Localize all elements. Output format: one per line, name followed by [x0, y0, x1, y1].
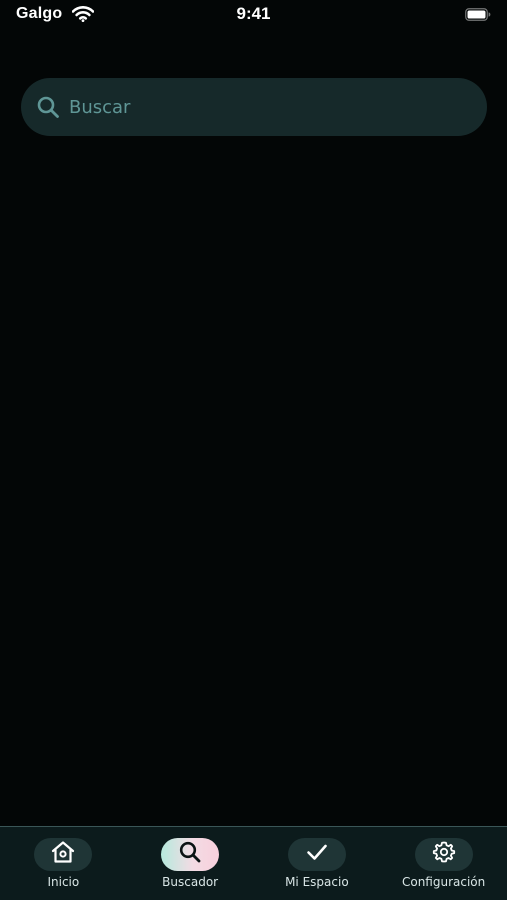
tab-buscador-pill	[161, 838, 220, 871]
tab-label-mi-espacio: Mi Espacio	[285, 875, 349, 889]
gear-icon	[432, 840, 456, 869]
tab-buscador[interactable]: Buscador	[135, 827, 245, 900]
search-input[interactable]	[69, 78, 469, 136]
search-icon	[178, 840, 202, 869]
status-bar: Galgo 9:41	[0, 0, 507, 30]
tab-label-configuracion: Configuración	[401, 875, 486, 889]
checkmark-icon	[305, 840, 329, 869]
tab-inicio[interactable]: Inicio	[8, 827, 118, 900]
search-results-area	[0, 150, 507, 826]
status-time: 9:41	[236, 4, 271, 23]
tab-inicio-pill	[34, 838, 93, 871]
tab-configuracion-pill	[414, 838, 473, 871]
search-bar[interactable]	[21, 78, 487, 136]
tab-label-buscador: Buscador	[162, 875, 219, 889]
tab-configuracion[interactable]: Configuración	[389, 827, 499, 900]
tab-label-inicio: Inicio	[47, 875, 80, 889]
search-icon	[35, 94, 61, 120]
tab-bar: Inicio Buscador Mi Espacio Configuración	[0, 826, 507, 900]
home-icon	[50, 840, 76, 869]
battery-icon	[465, 8, 491, 21]
tab-mi-espacio-pill	[287, 838, 346, 871]
tab-mi-espacio[interactable]: Mi Espacio	[262, 827, 372, 900]
